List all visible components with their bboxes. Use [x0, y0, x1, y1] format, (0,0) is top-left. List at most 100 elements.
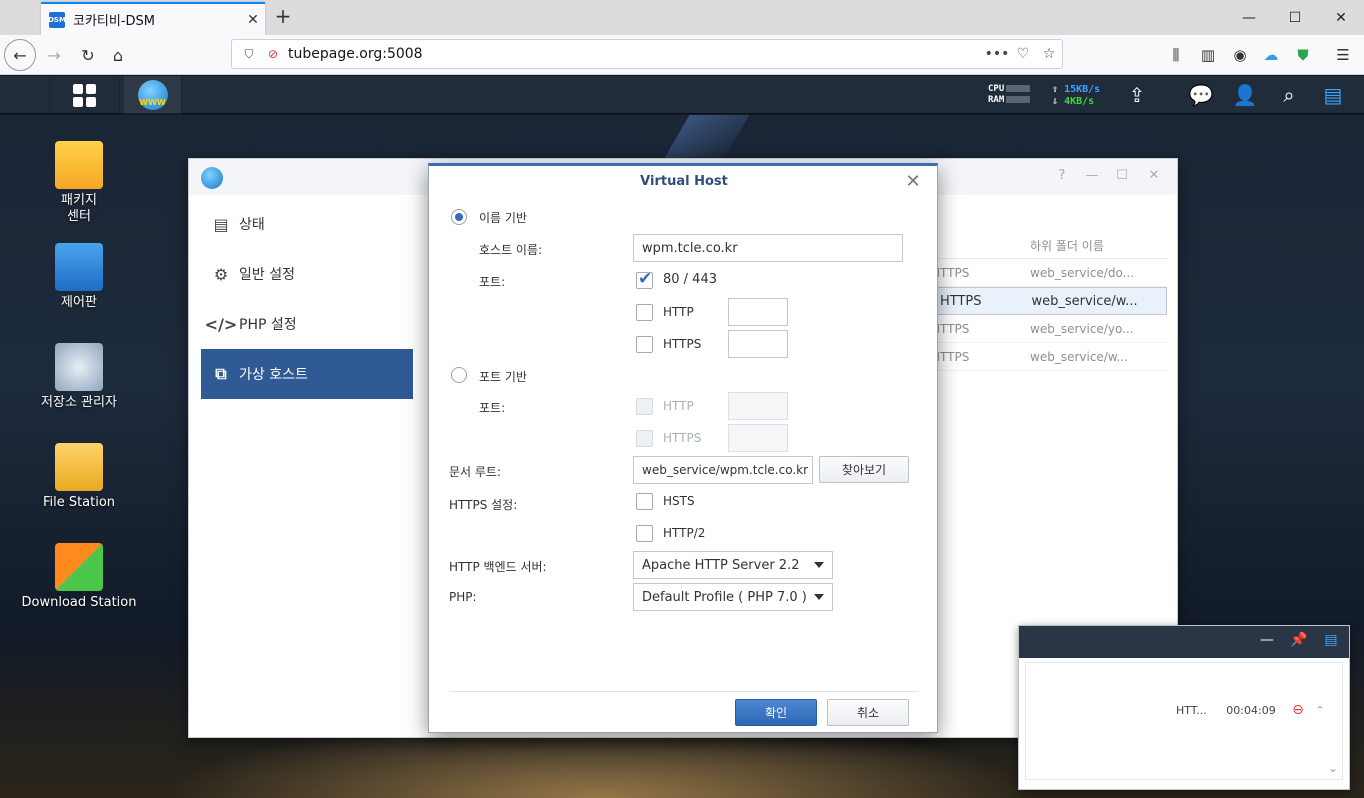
cloud-extension-icon[interactable]: ☁ [1257, 41, 1285, 69]
browse-button[interactable]: 찾아보기 [819, 456, 909, 483]
desktop-icon-label: 저장소 관리자 [41, 395, 117, 410]
table-cell-protocol: HTTPS [931, 265, 970, 280]
sidebar-icon[interactable]: ▥ [1194, 41, 1222, 69]
sidebar-item-status[interactable]: ▤ 상태 [201, 199, 413, 249]
back-arrow-icon[interactable]: ← [4, 39, 36, 71]
http2-checkbox[interactable] [636, 525, 653, 542]
table-cell-subfolder: web_service/do... [1030, 265, 1135, 280]
hamburger-menu-icon[interactable]: ☰ [1329, 41, 1357, 69]
sidebar-item-virtual-host[interactable]: ⧉ 가상 호스트 [201, 349, 413, 399]
browser-tab-bar: DSM 코카티비-DSM ✕ + — ☐ ✕ [0, 0, 1364, 35]
url-text[interactable]: tubepage.org:5008 [288, 46, 984, 62]
pin-icon[interactable]: 📌 [1289, 632, 1309, 652]
task-time: 00:04:09 [1226, 703, 1276, 717]
port-based-http-checkbox[interactable] [636, 398, 653, 415]
upload-queue-icon[interactable]: ⇪ [1122, 80, 1152, 110]
window-close-icon[interactable]: ✕ [1145, 168, 1163, 186]
port-based-http-input[interactable] [728, 392, 788, 420]
port-based-https-checkbox[interactable] [636, 430, 653, 447]
minimize-icon[interactable]: — [1226, 0, 1272, 35]
insecure-lock-icon[interactable]: ⊘ [264, 47, 282, 61]
sidebar-item-general-settings[interactable]: ⚙ 일반 설정 [201, 249, 413, 299]
forward-arrow-icon[interactable]: → [38, 39, 70, 71]
default-port-label: 80 / 443 [663, 272, 717, 287]
table-header-subfolder[interactable]: 하위 폴더 이름 [1030, 237, 1167, 254]
backend-server-label: HTTP 백엔드 서버: [449, 560, 547, 574]
maximize-icon[interactable]: ☐ [1272, 0, 1318, 35]
help-icon[interactable]: ? [1053, 168, 1071, 186]
port-based-http-label: HTTP [663, 399, 694, 413]
port-based-https-input[interactable] [728, 424, 788, 452]
https-port-checkbox[interactable] [636, 336, 653, 353]
pocket-icon[interactable]: ♡ [1010, 46, 1036, 62]
file-station-icon [55, 443, 103, 491]
ram-bar [1006, 96, 1031, 103]
http-port-checkbox[interactable] [636, 304, 653, 321]
php-profile-select[interactable]: Default Profile ( PHP 7.0 ) [633, 583, 833, 611]
network-meter[interactable]: ⇧ 15KB/s ⇩ 4KB/s [1052, 84, 1100, 108]
notifications-icon[interactable]: 💬 [1186, 80, 1216, 110]
chevron-down-icon [814, 562, 824, 568]
upload-speed: 15KB/s [1064, 84, 1101, 95]
ok-button[interactable]: 확인 [735, 699, 817, 726]
table-row[interactable]: HTTPS web_service/do... [931, 259, 1167, 287]
dialog-close-icon[interactable]: ✕ [903, 172, 923, 192]
doc-root-label: 문서 루트: [449, 465, 502, 479]
virtual-host-icon: ⧉ [215, 364, 227, 383]
desktop-icon-control-panel[interactable]: 제어판 [19, 243, 139, 311]
shield-extension-icon[interactable]: ⛊ [1289, 41, 1317, 69]
home-icon[interactable]: ⌂ [102, 39, 134, 71]
desktop-icon-file-station[interactable]: File Station [19, 443, 139, 511]
http-port-input[interactable] [728, 298, 788, 326]
status-card-icon: ▤ [213, 214, 229, 234]
desktop-icon-label: File Station [42, 495, 116, 510]
name-based-label: 이름 기반 [479, 211, 527, 225]
name-based-radio[interactable] [451, 209, 467, 225]
desktop-icon-download-station[interactable]: Download Station [19, 543, 139, 611]
table-row-selected[interactable]: HTTPS web_service/w... [931, 287, 1167, 315]
default-port-checkbox[interactable] [636, 269, 653, 289]
https-port-input[interactable] [728, 330, 788, 358]
reload-icon[interactable]: ↻ [72, 39, 104, 71]
chevron-up-icon[interactable]: ⌃ [1310, 704, 1330, 717]
url-bar[interactable]: ⛉ ⊘ tubepage.org:5008 ••• ♡ ☆ [231, 39, 1063, 69]
panel-minimize-icon[interactable]: — [1257, 632, 1277, 652]
browser-tab[interactable]: DSM 코카티비-DSM ✕ [41, 2, 265, 35]
window-maximize-icon[interactable]: ☐ [1113, 168, 1131, 186]
account-icon[interactable]: ◉ [1226, 41, 1254, 69]
cancel-button[interactable]: 취소 [827, 699, 909, 726]
page-actions-icon[interactable]: ••• [984, 46, 1010, 62]
bookmark-star-icon[interactable]: ☆ [1036, 46, 1062, 62]
panel-toggle-icon[interactable]: ▤ [1321, 632, 1341, 652]
chevron-down-icon[interactable]: ⌄ [1328, 761, 1338, 775]
doc-root-input[interactable]: web_service/wpm.tcle.co.kr [633, 456, 813, 484]
widgets-icon[interactable]: ▤ [1318, 80, 1348, 110]
tab-close-icon[interactable]: ✕ [241, 12, 265, 28]
sidebar-item-php-settings[interactable]: </> PHP 설정 [201, 299, 413, 349]
user-icon[interactable]: 👤 [1230, 80, 1260, 110]
window-close-icon[interactable]: ✕ [1318, 0, 1364, 35]
new-tab-icon[interactable]: + [271, 5, 295, 29]
table-row[interactable]: HTTPS web_service/w... [931, 343, 1167, 371]
hsts-checkbox[interactable] [636, 493, 653, 510]
main-menu-button[interactable] [50, 76, 120, 114]
window-minimize-icon[interactable]: — [1083, 168, 1101, 186]
sidebar-item-label: 가상 호스트 [239, 367, 308, 383]
search-icon[interactable]: ⌕ [1274, 80, 1304, 110]
library-icon[interactable]: ⫼ [1162, 41, 1190, 69]
chevron-down-icon [814, 594, 824, 600]
shield-icon[interactable]: ⛉ [240, 47, 258, 62]
task-row[interactable]: HTT... 00:04:09 ⊖ ⌃ [1026, 695, 1344, 725]
desktop-icon-package-center[interactable]: 패키지 센터 [19, 141, 139, 225]
host-name-input[interactable]: wpm.tcle.co.kr [633, 234, 903, 262]
table-row[interactable]: HTTPS web_service/yo... [931, 315, 1167, 343]
port-based-radio[interactable] [451, 367, 467, 383]
ram-label: RAM [988, 95, 1005, 105]
tab-title: 코카티비-DSM [73, 14, 156, 29]
web-station-taskbar-button[interactable]: WWW [124, 76, 182, 114]
backend-server-select[interactable]: Apache HTTP Server 2.2 [633, 551, 833, 579]
cancel-task-icon[interactable]: ⊖ [1286, 702, 1310, 718]
resource-meter[interactable]: CPU RAM [988, 84, 1031, 106]
desktop-icon-storage-manager[interactable]: 저장소 관리자 [19, 343, 139, 411]
hsts-label: HSTS [663, 494, 695, 508]
